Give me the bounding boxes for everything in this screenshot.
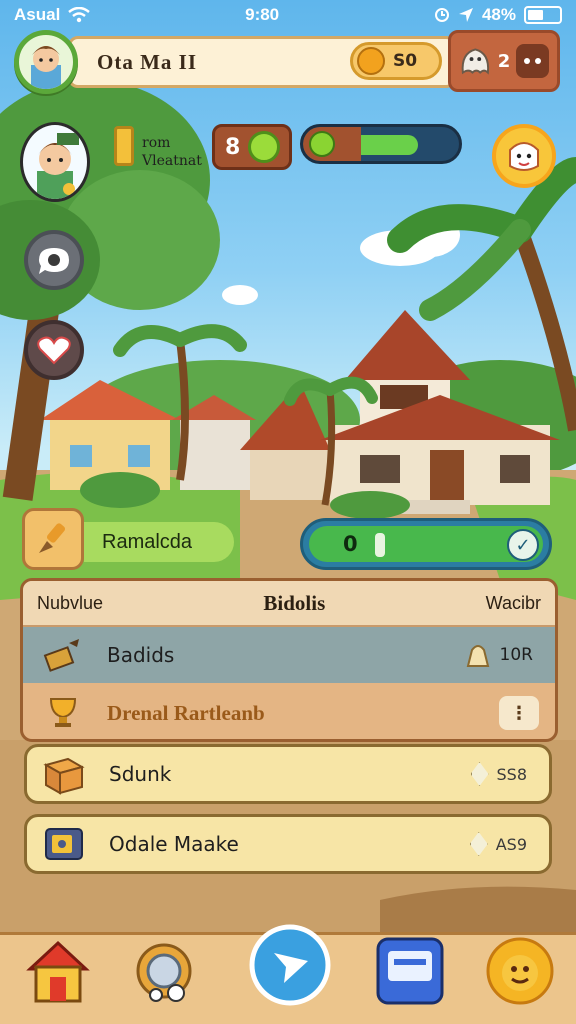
item-card[interactable]: Odale Maake AS9: [24, 814, 552, 874]
location-progress-value: 0: [343, 532, 358, 556]
heart-icon: [37, 336, 71, 365]
alarm-icon: [434, 8, 449, 22]
ghost-counter[interactable]: 2: [448, 30, 560, 92]
carrier-label: Asual: [14, 5, 61, 24]
diamond-icon: [469, 832, 488, 856]
build-panel-header: Nubvlue Bidolis Wacibr: [23, 581, 555, 627]
level-value: 8: [225, 134, 241, 160]
build-item-highlight[interactable]: Drenal Rartleanb ⋮: [23, 685, 555, 739]
panel-tab-right[interactable]: Wacibr: [486, 593, 541, 614]
chat-bubble-icon: [39, 248, 69, 274]
card-label: Sdunk: [109, 762, 172, 786]
smiley-icon: [486, 937, 554, 1005]
highlight-item-label: Drenal Rartleanb: [107, 700, 265, 725]
build-item-price: 10R: [499, 645, 533, 665]
player-profile-portrait[interactable]: [20, 122, 90, 202]
card-price: SS8: [496, 764, 528, 784]
build-tool-button[interactable]: [22, 508, 84, 570]
panel-title: Bidolis: [263, 590, 326, 615]
clock: 9:80: [245, 5, 280, 24]
nav-play-button[interactable]: [248, 923, 332, 1007]
home-icon: [26, 940, 90, 1003]
nav-shop-button[interactable]: [374, 935, 446, 1007]
nav-home-button[interactable]: [22, 935, 94, 1007]
card-label: Odale Maake: [109, 832, 239, 856]
ghost-icon: [461, 48, 490, 75]
level-badge[interactable]: 8: [212, 124, 292, 170]
player-avatar[interactable]: [14, 30, 78, 94]
status-bar: Asual 9:80 48%: [0, 0, 576, 30]
hammer-sign-icon: [41, 635, 85, 675]
shop-panel-icon: [376, 937, 444, 1005]
play-arrow-icon: [249, 924, 331, 1006]
box-icon: [41, 752, 87, 796]
coin-counter[interactable]: S0: [350, 42, 442, 80]
safe-icon: [41, 822, 87, 866]
nav-settings-button[interactable]: [128, 935, 200, 1007]
diamond-icon: [470, 762, 489, 786]
more-options-button[interactable]: [516, 44, 549, 78]
rank-line-1: rom: [142, 135, 171, 151]
location-name: Ramalcda: [102, 530, 193, 553]
build-item-selected[interactable]: Badids 10R: [23, 627, 555, 683]
checkmark-icon[interactable]: ✓: [507, 529, 539, 561]
location-progress: 0 ✓: [300, 518, 552, 570]
wifi-icon: [68, 7, 91, 23]
brush-icon: [39, 523, 66, 553]
map-pin-icon: [309, 131, 335, 157]
battery-icon: [523, 6, 562, 24]
item-menu-button[interactable]: ⋮: [499, 696, 539, 730]
player-name: Ota Ma II: [97, 49, 197, 74]
ghost-value: 2: [497, 50, 511, 72]
coin-value: S0: [393, 51, 418, 71]
player-portrait-icon: [31, 46, 61, 89]
green-gem-icon: [248, 131, 281, 163]
build-panel: Nubvlue Bidolis Wacibr Badids 10R Drenal: [20, 578, 558, 742]
item-card[interactable]: Sdunk SS8: [24, 744, 552, 804]
xp-fill: [361, 135, 418, 155]
gear-icon: [136, 943, 192, 1002]
location-name-label: Ramalcda: [84, 522, 234, 562]
xp-progress-bar: [300, 124, 462, 164]
rank-line-2: Vleatnat: [142, 153, 202, 169]
battery-percent: 48%: [481, 5, 516, 24]
top-hud: Ota Ma II S0 2: [12, 30, 564, 94]
mascot-button[interactable]: [492, 124, 556, 188]
location-arrow-icon: [458, 8, 473, 22]
chat-button[interactable]: [24, 230, 84, 290]
build-item-label: Badids: [107, 643, 175, 667]
rank-text: rom Vleatnat: [142, 134, 202, 170]
card-price: AS9: [495, 834, 527, 854]
coin-icon: [357, 47, 385, 75]
character-portrait-icon: [37, 133, 79, 199]
favorites-button[interactable]: [24, 320, 84, 380]
mascot-face-icon: [509, 142, 539, 171]
panel-tab-left[interactable]: Nubvlue: [37, 593, 103, 614]
rank-badge-icon: [114, 126, 134, 166]
bottom-nav: [0, 924, 576, 1024]
trophy-icon: [41, 693, 85, 733]
resource-icon: [466, 645, 489, 667]
nav-profile-button[interactable]: [484, 935, 556, 1007]
